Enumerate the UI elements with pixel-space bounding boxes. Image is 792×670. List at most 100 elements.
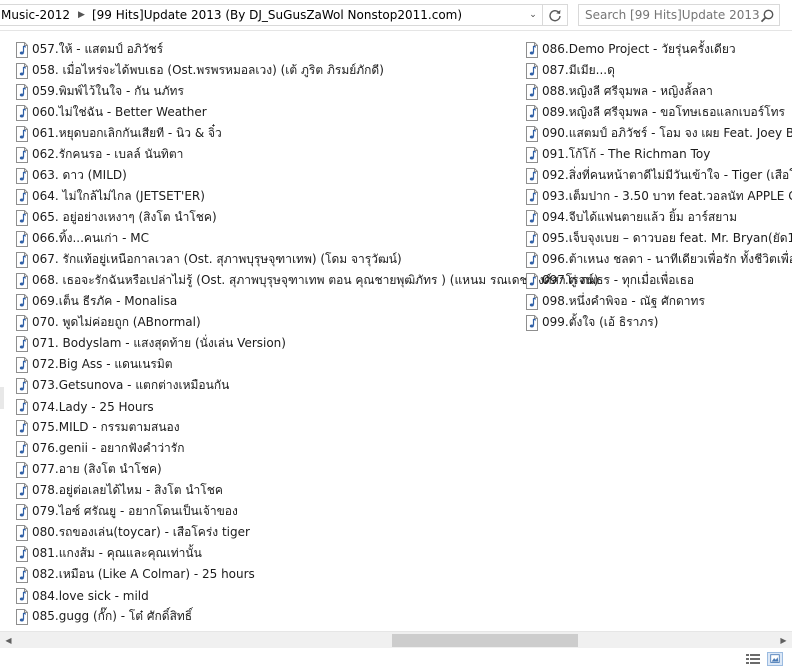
file-item[interactable]: 070. พูดไม่ค่อยถูก (ABnormal) — [14, 312, 514, 333]
file-item[interactable]: 086.Demo Project - วัยรุ่นครั้งเดียว — [524, 39, 792, 60]
file-name: 062.รักคนรอ - เบลล์ นันทิตา — [32, 147, 184, 161]
file-item[interactable]: 090.แสตมป์ อภิวัชร์ - โอม จง เผย Feat. J… — [524, 123, 792, 144]
file-name: 064. ไม่ใกล้ไม่ไกล (JETSET'ER) — [32, 189, 205, 203]
file-item[interactable]: 092.สิ่งที่คนหน้าตาดีไม่มีวันเข้าใจ - Ti… — [524, 165, 792, 186]
address-toolbar: Music-2012 ▶ [99 Hits]Update 2013 (By DJ… — [0, 0, 792, 31]
audio-file-icon — [16, 587, 28, 604]
status-bar — [0, 648, 792, 670]
file-item[interactable]: 067. รักแท้อยู่เหนือกาลเวลา (Ost. สุภาพบ… — [14, 249, 514, 270]
refresh-button[interactable] — [542, 4, 568, 26]
file-item[interactable]: 081.แกงส้ม - คุณและคุณเท่านั้น — [14, 543, 514, 564]
file-item[interactable]: 099.ตั้งใจ (เอ้ ธิราภร) — [524, 312, 792, 333]
file-item[interactable]: 098.หนึ่งคำพิจอ - ณัฐ ศักดาทร — [524, 291, 792, 312]
file-name: 071. Bodyslam - แสงสุดท้าย (นั่งเล่น Ver… — [32, 336, 286, 350]
address-history-dropdown-icon[interactable]: ⌄ — [524, 5, 542, 25]
audio-file-icon — [16, 293, 28, 310]
file-item[interactable]: 084.love sick - mild — [14, 585, 514, 606]
file-item[interactable]: 063. ดาว (MILD) — [14, 165, 514, 186]
file-item[interactable]: 091.โก้โก้ - The Richman Toy — [524, 144, 792, 165]
file-name: 065. อยู่อย่างเหงาๆ (สิงโต นำโชค) — [32, 210, 217, 224]
file-name: 076.genii - อยากฟังคำว่ารัก — [32, 441, 185, 455]
file-item[interactable]: 079.ไอซ์ ศรัณยู - อยากโดนเป็นเจ้าของ — [14, 501, 514, 522]
audio-file-icon — [526, 83, 538, 100]
audio-file-icon — [16, 608, 28, 625]
file-column-1: 057.ให้ - แสตมป์ อภิวัชร์ 058. เมื่อไหร่จ… — [14, 39, 599, 627]
search-box[interactable] — [578, 4, 780, 26]
large-icons-view-icon[interactable] — [767, 652, 783, 666]
audio-file-icon — [16, 62, 28, 79]
file-name: 060.ไม่ใช่ฉัน - Better Weather — [32, 105, 207, 119]
file-item[interactable]: 066.ทิ้ง...คนเก่า - MC — [14, 228, 514, 249]
file-item[interactable]: 082.เหมือน (Like A Colmar) - 25 hours — [14, 564, 514, 585]
file-item[interactable]: 095.เจ็บจุงเบย – ดาวบอย feat. Mr. Bryan(… — [524, 228, 792, 249]
file-name: 098.หนึ่งคำพิจอ - ณัฐ ศักดาทร — [542, 294, 705, 308]
file-item[interactable]: 073.Getsunova - แตกต่างเหมือนกัน — [14, 375, 514, 396]
file-name: 084.love sick - mild — [32, 588, 149, 603]
audio-file-icon — [526, 188, 538, 205]
search-input[interactable] — [579, 5, 761, 25]
horizontal-scrollbar[interactable]: ◀ ▶ — [0, 631, 792, 649]
file-item[interactable]: 058. เมื่อไหร่จะได้พบเธอ (Ost.พรพรหมอลเว… — [14, 60, 514, 81]
refresh-icon — [549, 10, 561, 22]
scrollbar-thumb[interactable] — [392, 634, 578, 647]
file-name: 092.สิ่งที่คนหน้าตาดีไม่มีวันเข้าใจ - Ti… — [542, 168, 792, 182]
file-item[interactable]: 065. อยู่อย่างเหงาๆ (สิงโต นำโชค) — [14, 207, 514, 228]
file-name: 068. เธอจะรักฉันหรือเปล่าไม่รู้ (Ost. สุ… — [32, 273, 599, 287]
file-name: 087.มีเมีย...ดุ — [542, 63, 615, 77]
file-item[interactable]: 078.อยู่ต่อเลยได้ไหม - สิงโต นำโชค — [14, 480, 514, 501]
file-item[interactable]: 060.ไม่ใช่ฉัน - Better Weather — [14, 102, 514, 123]
file-item[interactable]: 064. ไม่ใกล้ไม่ไกล (JETSET'ER) — [14, 186, 514, 207]
file-name: 095.เจ็บจุงเบย – ดาวบอย feat. Mr. Bryan(… — [542, 231, 792, 245]
breadcrumb-separator-icon[interactable]: ▶ — [74, 10, 91, 20]
audio-file-icon — [16, 503, 28, 520]
file-name: 063. ดาว (MILD) — [32, 168, 127, 182]
file-item[interactable]: 093.เต็มปาก - 3.50 บาท feat.วอลนัท APPLE… — [524, 186, 792, 207]
audio-file-icon — [16, 104, 28, 121]
scroll-right-arrow-icon[interactable]: ▶ — [775, 632, 792, 649]
file-item[interactable]: 068. เธอจะรักฉันหรือเปล่าไม่รู้ (Ost. สุ… — [14, 270, 599, 291]
audio-file-icon — [16, 230, 28, 247]
file-item[interactable]: 061.หยุดบอกเลิกกันเสียที - นิว & จิ๋ว — [14, 123, 514, 144]
file-item[interactable]: 087.มีเมีย...ดุ — [524, 60, 792, 81]
navigation-pane-edge — [0, 387, 4, 409]
file-item[interactable]: 096.ต้าเหนง ชลดา - นาทีเดียวเพื่อรัก ทั้… — [524, 249, 792, 270]
file-item[interactable]: 059.พิมพ์ไว้ในใจ - กัน นภัทร — [14, 81, 514, 102]
scroll-left-arrow-icon[interactable]: ◀ — [0, 632, 17, 649]
audio-file-icon — [526, 62, 538, 79]
file-item[interactable]: 071. Bodyslam - แสงสุดท้าย (นั่งเล่น Ver… — [14, 333, 514, 354]
file-name: 085.gugg (กั๊ก) - โต๋ ศักดิ์สิทธิ์ — [32, 609, 193, 623]
file-item[interactable]: 072.Big Ass - แดนเนรมิต — [14, 354, 514, 375]
file-name: 094.จีบได้แฟนตายแล้ว ยิ้ม อาร์สยาม — [542, 210, 737, 224]
audio-file-icon — [16, 83, 28, 100]
breadcrumb-item-folder[interactable]: [99 Hits]Update 2013 (By DJ_SuGusZaWol N… — [91, 8, 466, 22]
file-name: 089.หญิงลี ศรีจุมพล - ขอโทษเธอแลกเบอร์โท… — [542, 105, 785, 119]
file-column-2: 086.Demo Project - วัยรุ่นครั้งเดียว 087.… — [524, 39, 792, 333]
file-item[interactable]: 062.รักคนรอ - เบลล์ นันทิตา — [14, 144, 514, 165]
file-item[interactable]: 097.ตู่ ภพธร - ทุกเมื่อเพื่อเธอ — [524, 270, 792, 291]
file-name: 093.เต็มปาก - 3.50 บาท feat.วอลนัท APPLE… — [542, 189, 792, 203]
file-item[interactable]: 077.อาย (สิงโต นำโชค) — [14, 459, 514, 480]
audio-file-icon — [526, 125, 538, 142]
search-icon[interactable] — [759, 8, 775, 24]
breadcrumb[interactable]: Music-2012 ▶ [99 Hits]Update 2013 (By DJ… — [0, 4, 568, 26]
breadcrumb-item-music[interactable]: Music-2012 — [0, 8, 74, 22]
file-item[interactable]: 085.gugg (กั๊ก) - โต๋ ศักดิ์สิทธิ์ — [14, 606, 514, 627]
file-item[interactable]: 089.หญิงลี ศรีจุมพล - ขอโทษเธอแลกเบอร์โท… — [524, 102, 792, 123]
file-item[interactable]: 074.Lady - 25 Hours — [14, 396, 514, 417]
file-item[interactable]: 076.genii - อยากฟังคำว่ารัก — [14, 438, 514, 459]
file-item[interactable]: 069.เต็น ธีรภัค - Monalisa — [14, 291, 514, 312]
audio-file-icon — [16, 482, 28, 499]
file-name: 079.ไอซ์ ศรัณยู - อยากโดนเป็นเจ้าของ — [32, 504, 238, 518]
file-list-view[interactable]: 057.ให้ - แสตมป์ อภิวัชร์ 058. เมื่อไหร่จ… — [0, 31, 792, 631]
file-item[interactable]: 088.หญิงลี ศรีจุมพล - หญิงลั้ลลา — [524, 81, 792, 102]
details-view-icon[interactable] — [745, 652, 761, 666]
file-name: 070. พูดไม่ค่อยถูก (ABnormal) — [32, 315, 201, 329]
audio-file-icon — [526, 272, 538, 289]
file-item[interactable]: 094.จีบได้แฟนตายแล้ว ยิ้ม อาร์สยาม — [524, 207, 792, 228]
file-name: 081.แกงส้ม - คุณและคุณเท่านั้น — [32, 546, 202, 560]
file-item[interactable]: 057.ให้ - แสตมป์ อภิวัชร์ — [14, 39, 514, 60]
file-item[interactable]: 080.รถของเล่น(toycar) - เสือโคร่ง tiger — [14, 522, 514, 543]
file-item[interactable]: 075.MILD - กรรมตามสนอง — [14, 417, 514, 438]
file-name: 078.อยู่ต่อเลยได้ไหม - สิงโต นำโชค — [32, 483, 223, 497]
file-name: 080.รถของเล่น(toycar) - เสือโคร่ง tiger — [32, 525, 250, 539]
